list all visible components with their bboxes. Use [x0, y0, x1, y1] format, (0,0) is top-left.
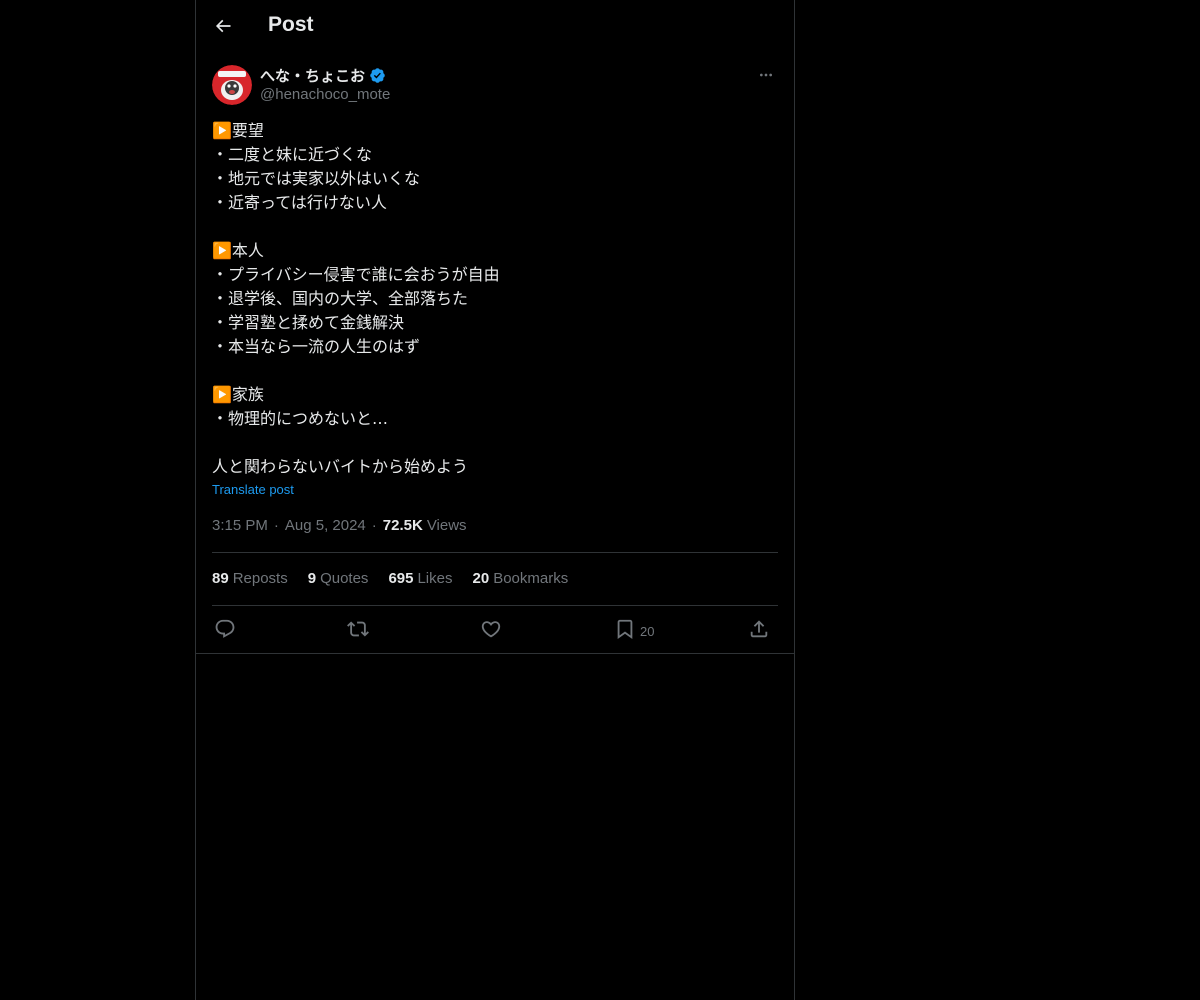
verified-badge-icon [369, 67, 386, 84]
quotes-stat[interactable]: 9 Quotes [308, 570, 369, 587]
arrow-left-icon [213, 16, 233, 36]
quotes-count: 9 [307, 570, 317, 587]
bookmarks-stat[interactable]: 20 Bookmarks [473, 570, 569, 587]
avatar[interactable] [212, 65, 252, 105]
reply-icon [214, 618, 236, 640]
post-date[interactable]: Aug 5, 2024 [285, 517, 366, 534]
post-line: 人と関わらないバイトから始めよう [212, 457, 469, 476]
post-line: ▶️要望 [212, 121, 264, 140]
likes-label: Likes [417, 570, 453, 587]
views-label: Views [426, 517, 467, 534]
post-line: ・近寄っては行けない人 [212, 193, 387, 212]
post-actions: 20 [212, 616, 778, 642]
more-button[interactable] [754, 64, 778, 86]
page-title: Post [268, 13, 314, 36]
bookmarks-count: 20 [472, 570, 490, 587]
meta-separator: · [273, 517, 279, 534]
post-author: へな・ちょこお @henachoco_mote [212, 64, 778, 108]
bookmarks-label: Bookmarks [493, 570, 569, 587]
post-line: ・プライバシー侵害で誰に会おうが自由 [212, 265, 500, 284]
main-column: Post へな・ちょこお @henachoco_mote ▶️要望 ・二度と妹に… [195, 0, 795, 1000]
views-count: 72.5K [382, 517, 423, 534]
post-line [212, 431, 778, 455]
reposts-stat[interactable]: 89 Reposts [212, 570, 288, 587]
post-line: ・地元では実家以外はいくな [212, 169, 421, 188]
like-button[interactable] [480, 616, 502, 642]
likes-count: 695 [388, 570, 414, 587]
post-line: ▶️本人 [212, 241, 264, 260]
repost-button[interactable] [347, 616, 369, 642]
divider [212, 605, 778, 606]
bookmark-button[interactable]: 20 [614, 616, 654, 642]
post-line: ・本当なら一流の人生のはず [212, 337, 421, 356]
likes-stat[interactable]: 695 Likes [388, 570, 452, 587]
reposts-label: Reposts [232, 570, 288, 587]
post-line: ・退学後、国内の大学、全部落ちた [212, 289, 469, 308]
bookmark-icon [614, 618, 636, 640]
meta-separator: · [371, 517, 377, 534]
back-button[interactable] [208, 11, 238, 41]
post-line [212, 359, 778, 383]
divider [212, 552, 778, 553]
post-line: ▶️家族 [212, 385, 264, 404]
author-handle[interactable]: @henachoco_mote [260, 86, 390, 103]
repost-icon [347, 618, 369, 640]
reply-button[interactable] [214, 616, 236, 642]
post-stats: 89 Reposts 9 Quotes 695 Likes 20 Bookmarks [212, 570, 568, 587]
post-line [212, 215, 778, 239]
post-text: ▶️要望 ・二度と妹に近づくな ・地元では実家以外はいくな ・近寄っては行けない… [212, 119, 778, 479]
more-horizontal-icon [758, 67, 774, 83]
post-line: ・物理的につめないと… [212, 409, 389, 428]
post-time[interactable]: 3:15 PM [212, 517, 268, 534]
divider [196, 653, 794, 654]
bookmark-count: 20 [640, 623, 655, 639]
post-line: ・二度と妹に近づくな [212, 145, 373, 164]
page-header: Post [196, 0, 794, 53]
author-name-link[interactable]: へな・ちょこお [260, 65, 386, 86]
reposts-count: 89 [212, 570, 229, 587]
translate-post-link[interactable]: Translate post [212, 482, 294, 497]
share-button[interactable] [748, 616, 770, 642]
share-icon [748, 618, 770, 640]
quotes-label: Quotes [320, 570, 369, 587]
post-line: ・学習塾と揉めて金銭解決 [212, 313, 405, 332]
heart-icon [480, 618, 502, 640]
author-name: へな・ちょこお [260, 68, 366, 85]
post-meta: 3:15 PM · Aug 5, 2024 · 72.5K Views [212, 517, 467, 534]
